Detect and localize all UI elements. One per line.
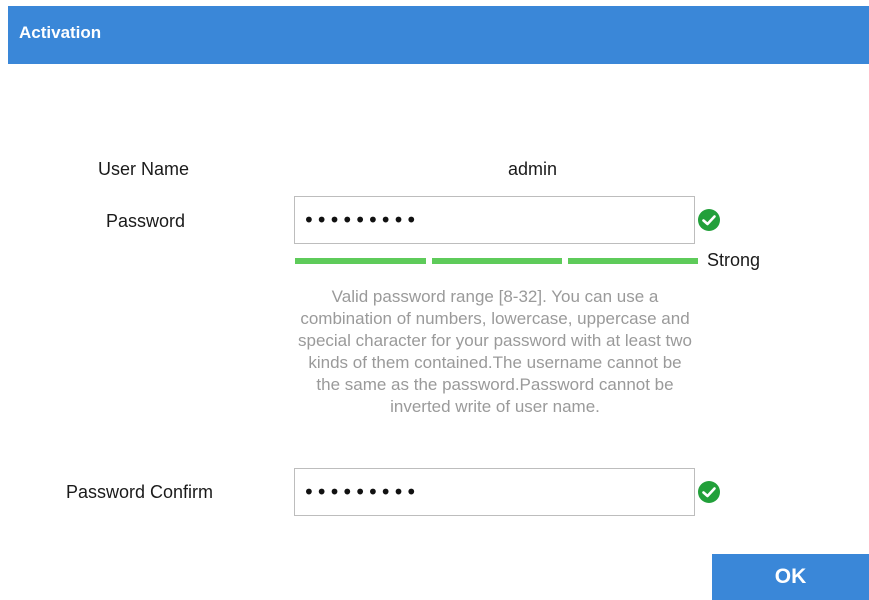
password-strength-label: Strong <box>707 250 761 270</box>
check-circle-icon <box>698 209 720 231</box>
password-confirm-field[interactable] <box>294 468 695 516</box>
username-value: admin <box>508 159 558 179</box>
dialog-title: Activation <box>19 23 102 42</box>
password-hint: Valid password range [8-32]. You can use… <box>297 287 692 416</box>
username-label: User Name <box>98 159 190 179</box>
strength-bar-segment <box>568 258 698 264</box>
confirm-label: Password Confirm <box>66 482 214 502</box>
password-label: Password <box>106 211 186 231</box>
strength-bar-segment <box>295 258 426 264</box>
password-field[interactable] <box>294 196 695 244</box>
activation-dialog: Activation User Name admin Password Stro… <box>0 0 869 600</box>
strength-bar-segment <box>432 258 562 264</box>
title-bar: Activation <box>8 6 869 64</box>
ok-button[interactable]: OK <box>712 554 869 600</box>
check-circle-icon <box>698 481 720 503</box>
